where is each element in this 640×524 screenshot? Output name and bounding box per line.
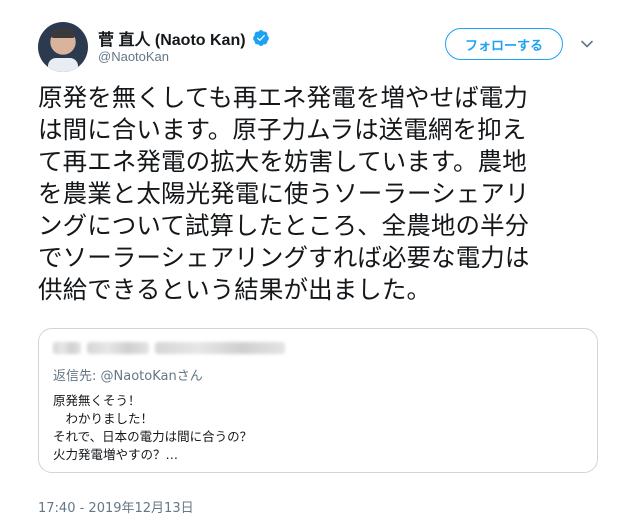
tweet-text: 原発を無くしても再エネ発電を増やせば電力 は間に合います。原子力ムラは送電網を抑…: [38, 82, 628, 306]
tweet-text-line: でソーラーシェアリングすれば必要な電力は: [38, 243, 530, 272]
verified-badge-icon: [252, 30, 269, 46]
blurred-avatar: [53, 342, 81, 354]
avatar-hair: [51, 28, 75, 38]
avatar-shirt: [48, 58, 78, 72]
quote-text-line: 火力発電増やすの？…: [53, 447, 179, 462]
tweet-text-line: 原発を無くしても再エネ発電を増やせば電力: [38, 83, 529, 112]
user-handle[interactable]: @NaotoKan: [98, 49, 169, 64]
tweet-text-line: 供給できるという結果が出ました。: [38, 275, 432, 304]
quote-text-line: わかりました！: [53, 411, 154, 426]
follow-button[interactable]: フォローする: [445, 28, 563, 60]
blurred-author: [53, 342, 285, 354]
display-name[interactable]: 菅 直人 (Naoto Kan): [98, 26, 246, 50]
tweet-timestamp[interactable]: 17:40 - 2019年12月13日: [38, 497, 194, 516]
tweet-text-line: て再エネ発電の拡大を妨害しています。農地: [38, 147, 527, 176]
tweet-text-line: は間に合います。原子力ムラは送電網を抑え: [38, 115, 527, 144]
quote-text-line: 原発無くそう！: [53, 393, 141, 408]
quote-text-line: それで、日本の電力は間に合うの？: [53, 429, 253, 444]
blurred-handle: [155, 342, 285, 354]
blurred-name: [87, 342, 149, 354]
quoted-tweet-text: 原発無くそう！ わかりました！ それで、日本の電力は間に合うの？ 火力発電増やすの？…: [53, 392, 252, 464]
reply-prefix: 返信先:: [53, 369, 101, 384]
name-row: 菅 直人 (Naoto Kan): [98, 26, 270, 50]
tweet-text-line: ングについて試算したところ、全農地の半分: [38, 211, 530, 240]
quoted-tweet-card[interactable]: 返信先: @NaotoKanさん 原発無くそう！ わかりました！ それで、日本の電…: [38, 328, 598, 473]
reply-to-line: 返信先: @NaotoKanさん: [53, 365, 203, 384]
reply-mention-link[interactable]: @NaotoKanさん: [101, 369, 203, 384]
avatar[interactable]: [38, 22, 88, 72]
chevron-down-icon[interactable]: [580, 37, 594, 51]
tweet-text-line: を農業と太陽光発電に使うソーラーシェアリ: [38, 179, 530, 208]
